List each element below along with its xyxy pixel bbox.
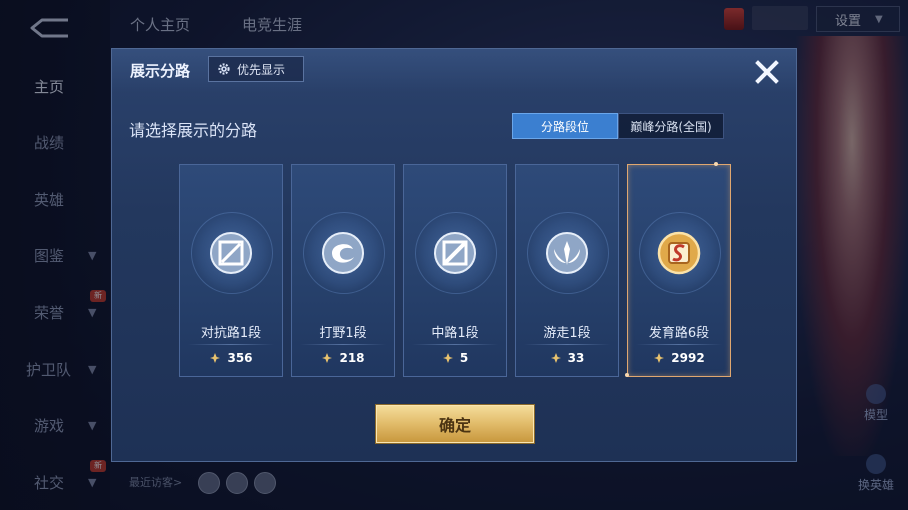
selection-corner [714,162,718,166]
lane-card-farm[interactable]: 发育路6段 2992 [625,162,731,377]
score-value: 33 [567,351,585,365]
lane-score: 356 [180,351,282,365]
lane-card-jungle[interactable]: 打野1段 218 [291,164,395,377]
close-icon[interactable] [752,57,782,87]
roam-icon [546,232,588,274]
score-value: 218 [339,351,365,365]
tab-lane-rank[interactable]: 分路段位 [512,113,618,139]
gear-icon [218,63,230,75]
tab-peak-lane[interactable]: 巅峰分路(全国) [618,113,724,139]
points-icon [210,353,221,363]
jungle-icon [322,232,364,274]
selection-corner [625,373,629,377]
lane-display-dialog: 展示分路 优先显示 请选择展示的分路 分路段位 巅峰分路(全国) 对抗路1段 3… [111,48,797,462]
dialog-title: 展示分路 [130,62,191,80]
priority-display-button[interactable]: 优先显示 [208,56,304,82]
score-value: 356 [227,351,253,365]
lane-score: 218 [292,351,394,365]
lane-score: 2992 [628,351,730,365]
lane-name: 发育路6段 [648,326,710,341]
farm-lane-icon [657,231,701,275]
lane-card-clash[interactable]: 对抗路1段 356 [179,164,283,377]
clash-lane-icon [210,232,252,274]
points-icon [654,353,665,363]
score-value: 2992 [671,351,705,365]
mid-lane-icon [434,232,476,274]
divider [636,344,722,345]
priority-label: 优先显示 [237,62,286,77]
lane-name: 游走1段 [543,326,591,341]
lane-card-mid[interactable]: 中路1段 5 [403,164,507,377]
dialog-subtitle: 请选择展示的分路 [129,121,258,140]
points-icon [550,353,561,363]
lane-name: 中路1段 [431,326,479,341]
confirm-button[interactable]: 确定 [376,405,534,443]
lane-score: 5 [404,351,506,365]
lane-name: 打野1段 [319,326,367,341]
score-value: 5 [459,351,469,365]
lane-card-roam[interactable]: 游走1段 33 [515,164,619,377]
points-icon [442,353,453,363]
divider [188,344,274,345]
points-icon [322,353,333,363]
divider [300,344,386,345]
lane-score: 33 [516,351,618,365]
divider [412,344,498,345]
lane-name: 对抗路1段 [200,326,262,341]
divider [524,344,610,345]
